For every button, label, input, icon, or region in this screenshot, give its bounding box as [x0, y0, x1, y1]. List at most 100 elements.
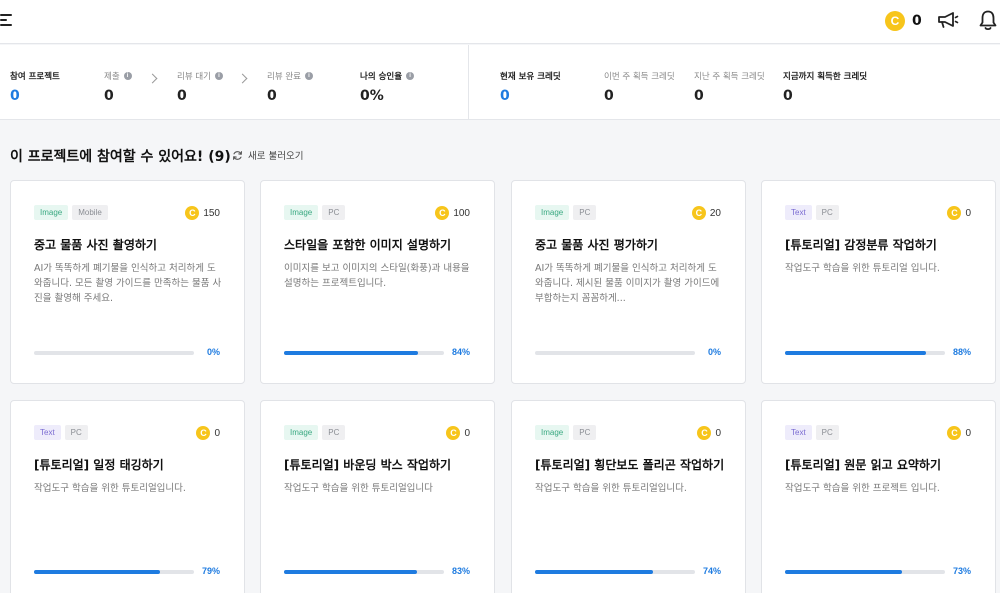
info-icon[interactable]: i [123, 72, 132, 80]
stat-value: 0 [10, 88, 20, 104]
type-tag: Text [785, 425, 812, 440]
info-icon[interactable]: i [304, 72, 313, 80]
stat-label: 지금까지 획득한 크레딧 [783, 72, 868, 82]
coin-icon: C [947, 426, 962, 440]
refresh-button[interactable]: 새로 불러오기 [232, 148, 303, 162]
refresh-icon [233, 150, 242, 160]
card-title: [튜토리얼] 감정분류 작업하기 [785, 238, 937, 252]
progress-percent: 84% [451, 347, 470, 357]
reward: C 20 [691, 206, 721, 220]
reward: C0 [196, 426, 220, 440]
type-tag: Image [535, 425, 570, 440]
info-icon[interactable]: i [406, 72, 415, 80]
project-card[interactable]: Image PC C0 [튜토리얼] 바운딩 박스 작업하기 작업도구 학습을 위… [260, 400, 495, 593]
type-tag: Image [284, 425, 319, 440]
platform-tag: PC [573, 205, 597, 220]
progress-fill [785, 351, 926, 355]
progress-bar [34, 351, 194, 355]
credit-count: 0 [912, 13, 922, 29]
progress-bar [284, 570, 444, 574]
reward-amount: 0 [965, 207, 971, 219]
card-description: 이미지를 보고 이미지의 스타일(화풍)과 내용을 설명하는 프로젝트입니다. [284, 263, 470, 289]
reward: C 150 [185, 206, 220, 220]
stat-label: 이번 주 획득 크레딧 [604, 72, 675, 82]
stat-label: 현재 보유 크레딧 [500, 72, 561, 82]
platform-tag: PC [573, 425, 597, 440]
progress-bar [34, 570, 194, 574]
credit-indicator[interactable]: C 0 [885, 10, 922, 32]
coin-icon: C [196, 426, 211, 440]
section-title: 이 프로젝트에 참여할 수 있어요! (9) [10, 149, 231, 165]
bell-icon[interactable] [978, 9, 998, 31]
project-card[interactable]: Image PC C0 [튜토리얼] 횡단보도 폴리곤 작업하기 작업도구 학습을… [511, 400, 746, 593]
platform-tag: PC [322, 205, 346, 220]
card-description: 작업도구 학습을 위한 튜토리얼입니다. [535, 483, 687, 494]
stat-value: 0 [783, 88, 793, 104]
progress-percent: 0% [206, 347, 220, 357]
card-description: AI가 똑똑하게 폐기물을 인식하고 처리하게 도와줍니다. 제시된 물품 이미… [535, 263, 720, 304]
stat-value: 0 [500, 88, 510, 104]
project-card[interactable]: Text PC C0 [튜토리얼] 일정 태깅하기 작업도구 학습을 위한 튜토리… [10, 400, 245, 593]
coin-icon: C [947, 206, 962, 220]
stat-last-week-credit: 지난 주 획득 크레딧 0 [694, 70, 765, 104]
stat-this-week-credit: 이번 주 획득 크레딧 0 [604, 70, 675, 104]
stat-value: 0 [177, 88, 187, 104]
progress-fill [785, 570, 902, 574]
progress-fill [284, 351, 419, 355]
reward-amount: 150 [203, 207, 220, 219]
reward: C0 [947, 426, 971, 440]
reward-amount: 20 [709, 207, 721, 219]
reward: C0 [446, 426, 470, 440]
stat-label: 나의 승인율 [360, 72, 403, 82]
info-icon[interactable]: i [214, 72, 223, 80]
divider [468, 45, 469, 120]
card-description: 작업도구 학습을 위한 튜토리얼입니다 [284, 483, 433, 494]
top-bar: C 0 [0, 0, 1000, 44]
card-title: [튜토리얼] 바운딩 박스 작업하기 [284, 458, 452, 472]
progress-bar [535, 570, 695, 574]
card-description: 작업도구 학습을 위한 프로젝트 입니다. [785, 483, 940, 494]
menu-icon[interactable] [0, 12, 14, 28]
progress-percent: 73% [952, 566, 971, 576]
stat-value: 0 [267, 88, 277, 104]
stat-submitted: 제출 i 0 [104, 70, 132, 104]
reward: C0 [947, 206, 971, 220]
project-card[interactable]: Text PC C0 [튜토리얼] 감정분류 작업하기 작업도구 학습을 위한 튜… [761, 180, 996, 384]
card-title: [튜토리얼] 원문 읽고 요약하기 [785, 458, 941, 472]
reward: C0 [697, 426, 721, 440]
card-description: 작업도구 학습을 위한 튜토리얼입니다. [34, 483, 186, 494]
project-card[interactable]: Image PC C 20 중고 물품 사진 평가하기 AI가 똑똑하게 폐기물을 … [511, 180, 746, 384]
reward-amount: 0 [715, 427, 721, 439]
type-tag: Image [34, 205, 69, 220]
progress-bar [785, 570, 945, 574]
project-card[interactable]: Image Mobile C 150 중고 물품 사진 촬영하기 AI가 똑똑하게 … [10, 180, 245, 384]
stat-review-done: 리뷰 완료 i 0 [267, 70, 313, 104]
stat-value: 0 [104, 88, 114, 104]
type-tag: Image [284, 205, 319, 220]
megaphone-icon[interactable] [937, 10, 959, 30]
reward-amount: 0 [214, 427, 220, 439]
coin-icon: C [691, 206, 706, 220]
stat-review-waiting: 리뷰 대기 i 0 [177, 70, 223, 104]
stat-label: 지난 주 획득 크레딧 [694, 72, 765, 82]
progress-percent: 74% [702, 566, 721, 576]
stat-label: 리뷰 대기 [177, 72, 211, 82]
platform-tag: PC [64, 425, 88, 440]
stat-current-credit: 현재 보유 크레딧 0 [500, 70, 561, 104]
project-card[interactable]: Text PC C0 [튜토리얼] 원문 읽고 요약하기 작업도구 학습을 위한 … [761, 400, 996, 593]
coin-icon: C [885, 11, 905, 31]
coin-icon: C [446, 426, 461, 440]
progress-bar [785, 351, 945, 355]
stat-label: 참여 프로젝트 [10, 72, 60, 82]
stat-participating: 참여 프로젝트 0 [10, 70, 60, 104]
reward-amount: 0 [464, 427, 470, 439]
type-tag: Text [34, 425, 61, 440]
chevron-right-icon [147, 73, 158, 84]
stat-approval-rate: 나의 승인율 i 0% [360, 70, 415, 104]
progress-percent: 88% [952, 347, 971, 357]
progress-fill [34, 570, 161, 574]
coin-icon: C [697, 426, 712, 440]
card-title: 중고 물품 사진 평가하기 [535, 238, 658, 252]
project-card[interactable]: Image PC C 100 스타일을 포함한 이미지 설명하기 이미지를 보고 이… [260, 180, 495, 384]
chevron-right-icon [237, 73, 248, 84]
